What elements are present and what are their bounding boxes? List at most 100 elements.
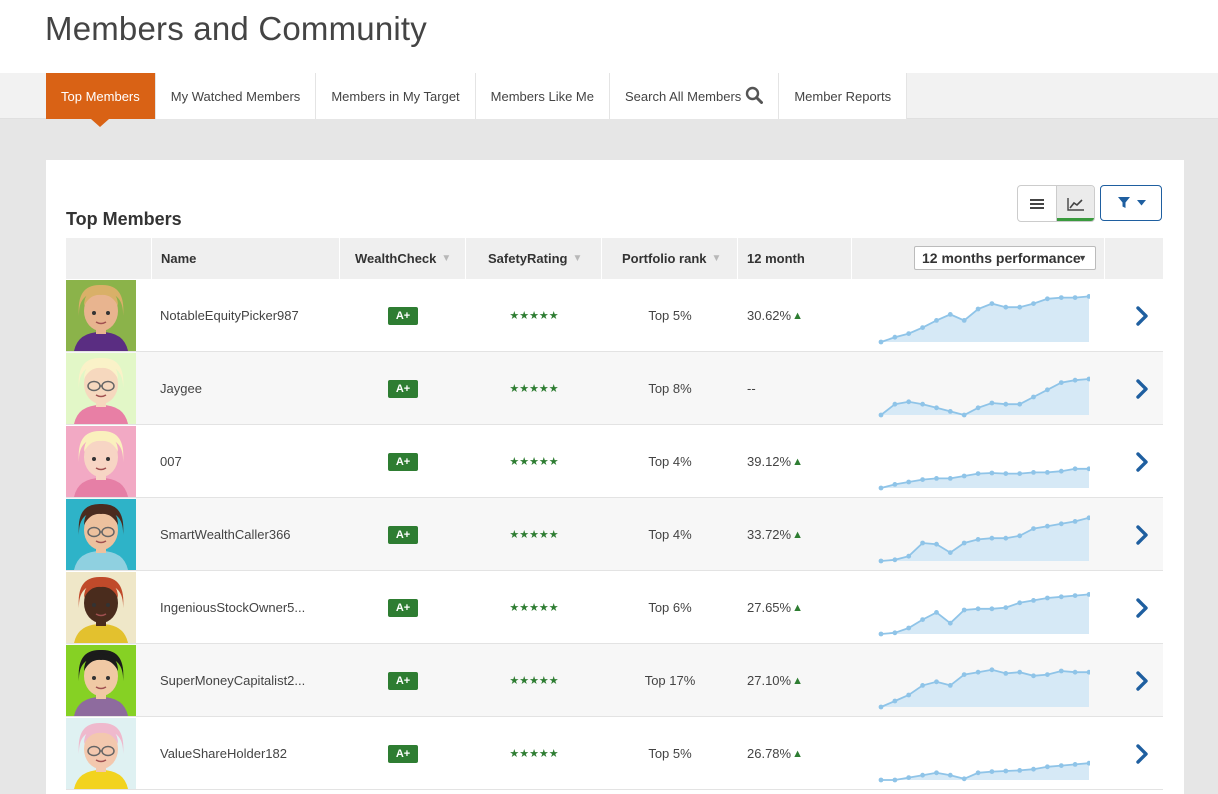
tab-members-like-me[interactable]: Members Like Me xyxy=(475,73,610,119)
filter-button[interactable] xyxy=(1100,185,1162,221)
table-row[interactable]: SuperMoneyCapitalist2... A+ ★★★★★ Top 17% 27… xyxy=(66,644,1163,717)
wealthcheck-column-header[interactable]: WealthCheck ▼ xyxy=(340,238,466,279)
portfolio-rank: Top 8% xyxy=(602,352,738,425)
chevron-right-icon xyxy=(1136,451,1148,472)
table-row[interactable]: 007 A+ ★★★★★ Top 4% 39.12% ▲ xyxy=(66,425,1163,498)
member-name-text: ValueShareHolder182 xyxy=(160,746,287,761)
member-name[interactable]: SuperMoneyCapitalist2... xyxy=(160,644,340,717)
page-title: Members and Community xyxy=(45,10,427,47)
safety-stars: ★★★★★ xyxy=(509,310,559,322)
tab-search-all-members[interactable]: Search All Members xyxy=(609,73,780,119)
performance-value: 27.10% xyxy=(747,673,792,688)
rank-header-label: Portfolio rank xyxy=(622,251,707,266)
view-member-button[interactable] xyxy=(1130,425,1154,498)
member-name[interactable]: NotableEquityPicker987 xyxy=(160,279,340,352)
chevron-down-icon xyxy=(1136,200,1146,206)
performance-sparkline xyxy=(878,352,1090,425)
avatar[interactable] xyxy=(66,718,136,789)
up-arrow-icon: ▲ xyxy=(792,309,803,322)
wealthcheck-cell: A+ xyxy=(340,425,466,498)
chart-view-button[interactable] xyxy=(1056,186,1094,221)
table-row[interactable]: ValueShareHolder182 A+ ★★★★★ Top 5% 26.78% ▲ xyxy=(66,717,1163,790)
section-title: Top Members xyxy=(66,209,182,229)
safety-stars: ★★★★★ xyxy=(509,383,559,395)
twelve-month-performance: -- xyxy=(747,352,847,425)
safety-stars: ★★★★★ xyxy=(509,529,559,541)
wealthcheck-cell: A+ xyxy=(340,571,466,644)
chevron-right-icon xyxy=(1136,378,1148,399)
member-name[interactable]: IngeniousStockOwner5... xyxy=(160,571,340,644)
safety-stars: ★★★★★ xyxy=(509,748,559,760)
wealthcheck-cell: A+ xyxy=(340,279,466,352)
portfolio-rank: Top 6% xyxy=(602,571,738,644)
twelve-month-performance: 39.12% ▲ xyxy=(747,425,847,498)
perf-column-header[interactable]: 12 month xyxy=(738,238,852,279)
tab-top-members[interactable]: Top Members xyxy=(46,73,156,127)
avatar[interactable] xyxy=(66,645,136,716)
chevron-right-icon xyxy=(1136,305,1148,326)
table-row[interactable]: SmartWealthCaller366 A+ ★★★★★ Top 4% 33.72% ▲ xyxy=(66,498,1163,571)
member-name-text: 007 xyxy=(160,454,182,469)
table-body: NotableEquityPicker987 A+ ★★★★★ Top 5% 30.62… xyxy=(66,279,1163,790)
performance-sparkline xyxy=(878,498,1090,571)
avatar[interactable] xyxy=(66,280,136,351)
tab-members-in-my-target[interactable]: Members in My Target xyxy=(316,73,476,119)
trend-chart-icon xyxy=(1066,197,1084,211)
chevron-right-icon xyxy=(1136,743,1148,764)
table-row[interactable]: NotableEquityPicker987 A+ ★★★★★ Top 5% 30.62… xyxy=(66,279,1163,352)
performance-period-select[interactable]: 12 months performance ▼ xyxy=(914,246,1096,270)
table-row[interactable]: Jaygee A+ ★★★★★ Top 8% -- xyxy=(66,352,1163,425)
avatar[interactable] xyxy=(66,353,136,424)
performance-sparkline xyxy=(878,571,1090,644)
up-arrow-icon: ▲ xyxy=(792,674,803,687)
tab-label: Search All Members xyxy=(624,88,742,104)
filter-icon xyxy=(1117,197,1130,208)
safety-stars: ★★★★★ xyxy=(509,602,559,614)
member-name[interactable]: ValueShareHolder182 xyxy=(160,717,340,790)
rank-column-header[interactable]: Portfolio rank ▼ xyxy=(602,238,738,279)
safety-stars: ★★★★★ xyxy=(509,456,559,468)
view-member-button[interactable] xyxy=(1130,717,1154,790)
member-name[interactable]: 007 xyxy=(160,425,340,498)
performance-value: 26.78% xyxy=(747,746,792,761)
portfolio-rank-text: Top 4% xyxy=(648,454,692,469)
twelve-month-performance: 30.62% ▲ xyxy=(747,279,847,352)
view-member-button[interactable] xyxy=(1130,352,1154,425)
member-name-text: NotableEquityPicker987 xyxy=(160,308,299,323)
chevron-right-icon xyxy=(1136,524,1148,545)
portfolio-rank: Top 4% xyxy=(602,425,738,498)
tab-bar: Top Members My Watched Members Members in … xyxy=(0,73,1218,127)
safety-column-header[interactable]: SafetyRating ▼ xyxy=(466,238,602,279)
name-column-header[interactable]: Name xyxy=(152,238,340,279)
table-row[interactable]: IngeniousStockOwner5... A+ ★★★★★ Top 6% 27.6… xyxy=(66,571,1163,644)
avatar[interactable] xyxy=(66,572,136,643)
tab-member-reports[interactable]: Member Reports xyxy=(779,73,908,119)
up-arrow-icon: ▲ xyxy=(792,601,803,614)
members-table: Name WealthCheck ▼ SafetyRating ▼ Portfo… xyxy=(66,238,1163,790)
portfolio-rank-text: Top 5% xyxy=(648,746,692,761)
twelve-month-performance: 26.78% ▲ xyxy=(747,717,847,790)
avatar[interactable] xyxy=(66,426,136,497)
up-arrow-icon: ▲ xyxy=(792,528,803,541)
portfolio-rank: Top 17% xyxy=(602,644,738,717)
view-member-button[interactable] xyxy=(1130,644,1154,717)
view-member-button[interactable] xyxy=(1130,279,1154,352)
member-name-text: SmartWealthCaller366 xyxy=(160,527,291,542)
avatar[interactable] xyxy=(66,499,136,570)
safety-rating: ★★★★★ xyxy=(466,717,602,790)
sort-icon: ▼ xyxy=(441,253,452,264)
view-member-button[interactable] xyxy=(1130,498,1154,571)
list-view-button[interactable] xyxy=(1018,186,1056,221)
tab-my-watched-members[interactable]: My Watched Members xyxy=(155,73,317,119)
wealthcheck-badge: A+ xyxy=(387,525,419,544)
list-icon xyxy=(1030,198,1044,209)
wealthcheck-badge: A+ xyxy=(387,306,419,325)
safety-rating: ★★★★★ xyxy=(466,571,602,644)
portfolio-rank-text: Top 17% xyxy=(644,673,696,688)
member-name[interactable]: SmartWealthCaller366 xyxy=(160,498,340,571)
member-name[interactable]: Jaygee xyxy=(160,352,340,425)
twelve-month-performance: 27.10% ▲ xyxy=(747,644,847,717)
view-member-button[interactable] xyxy=(1130,571,1154,644)
page-header: Members and Community xyxy=(0,0,1218,73)
safety-rating: ★★★★★ xyxy=(466,425,602,498)
